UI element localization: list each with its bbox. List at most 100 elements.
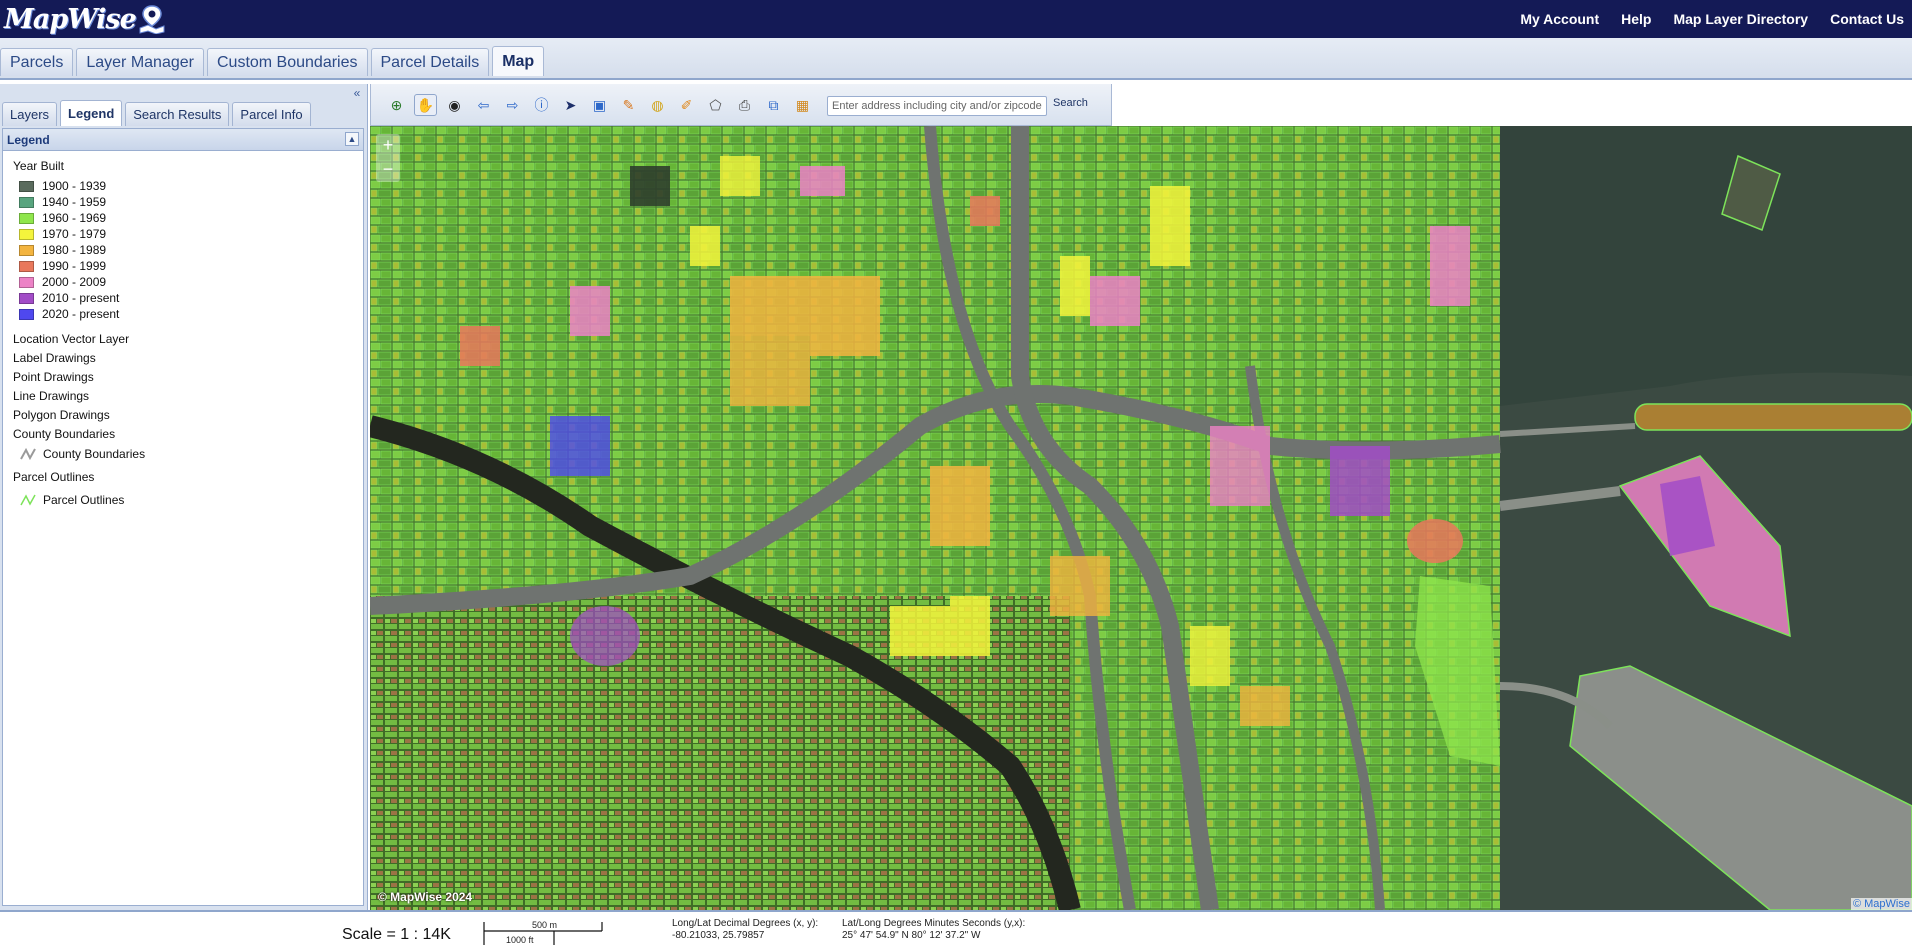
year-built-list: 1900 - 1939 1940 - 1959 1960 - 1969 1970 - … — [13, 178, 353, 322]
county-boundaries-symbol: County Boundaries — [19, 447, 353, 461]
year-built-title: Year Built — [13, 159, 64, 173]
my-account-link[interactable]: My Account — [1520, 11, 1599, 27]
legend-swatch — [19, 260, 34, 272]
year-built-label: 1990 - 1999 — [42, 259, 107, 273]
legend-body: Year Built 1900 - 1939 1940 - 1959 1960 - … — [3, 151, 363, 515]
legend-layer-list: Location Vector Layer Label Drawings Point… — [13, 332, 353, 441]
logo-text: MapWise — [4, 3, 137, 35]
year-built-item: 1970 - 1979 — [19, 226, 353, 242]
decimal-coordinates-label: Long/Lat Decimal Degrees (x, y): — [672, 918, 819, 929]
dms-coordinates-value: 25° 47' 54.9" N 80° 12' 37.2" W — [842, 930, 981, 941]
year-built-item: 1960 - 1969 — [19, 210, 353, 226]
legend-layer-item: County Boundaries — [13, 427, 116, 441]
tab-search-results[interactable]: Search Results — [125, 102, 230, 126]
tab-layers[interactable]: Layers — [2, 102, 58, 126]
zoom-control: + − — [376, 134, 400, 182]
app-header: MapWise My Account Help Map Layer Direct… — [0, 0, 1912, 38]
tab-legend[interactable]: Legend — [60, 100, 123, 126]
info-icon[interactable]: ⓘ — [530, 94, 553, 116]
polygon-draw-icon[interactable]: ⬠ — [704, 94, 727, 116]
year-built-item: 1980 - 1989 — [19, 242, 353, 258]
zoom-out-button[interactable]: − — [376, 158, 400, 182]
legend-layer-item: Line Drawings — [13, 389, 90, 403]
pan-hand-icon[interactable]: ✋ — [414, 94, 437, 116]
legend-header-title: Legend — [7, 132, 50, 147]
year-built-item: 1940 - 1959 — [19, 194, 353, 210]
legend-swatch — [19, 180, 34, 192]
search-button[interactable]: Search — [1053, 97, 1088, 109]
main-tab-bar: Parcels Layer Manager Custom Boundaries … — [0, 38, 1912, 80]
scalebar-feet: 1000 ft — [506, 935, 534, 945]
tab-parcel-details[interactable]: Parcel Details — [370, 48, 490, 76]
year-built-label: 1900 - 1939 — [42, 179, 107, 193]
legend-swatch — [19, 292, 34, 304]
dms-coordinates-label: Lat/Long Degrees Minutes Seconds (y,x): — [842, 918, 1026, 929]
top-nav: My Account Help Map Layer Directory Cont… — [1520, 0, 1904, 38]
decimal-coordinates-value: -80.21033, 25.79857 — [672, 930, 765, 941]
double-chevron-left-icon[interactable]: « — [351, 87, 363, 100]
left-panel-tabs: Layers Legend Search Results Parcel Info — [2, 100, 311, 126]
legend-swatch — [19, 228, 34, 240]
aerial-parcel-map[interactable] — [370, 126, 1912, 910]
address-search-input[interactable] — [827, 96, 1047, 116]
contact-us-link[interactable]: Contact Us — [1830, 11, 1904, 27]
print-icon[interactable]: ⎙ — [733, 94, 756, 116]
year-built-label: 1960 - 1969 — [42, 211, 107, 225]
measure-globe-icon[interactable]: ◍ — [646, 94, 669, 116]
parcel-outlines-symbol: Parcel Outlines — [19, 493, 353, 507]
year-built-item: 1990 - 1999 — [19, 258, 353, 274]
year-built-label: 2010 - present — [42, 291, 120, 305]
parcel-outline-line-icon — [20, 494, 36, 506]
legend-layer-item: Label Drawings — [13, 351, 96, 365]
county-boundaries-symbol-label: County Boundaries — [43, 447, 146, 461]
draw-tools-icon[interactable]: ✐ — [675, 94, 698, 116]
map-toolbar: ⊕ ✋ ◉ ⇦ ⇨ ⓘ ➤ ▣ ✎ ◍ ✐ ⬠ ⎙ ⧉ ▦ Search — [370, 84, 1112, 126]
parcel-outlines-title: Parcel Outlines — [13, 470, 95, 484]
legend-layer-item: Polygon Drawings — [13, 408, 110, 422]
left-panel: « Layers Legend Search Results Parcel In… — [0, 84, 368, 910]
legend-swatch — [19, 276, 34, 288]
select-pointer-icon[interactable]: ➤ — [559, 94, 582, 116]
select-box-icon[interactable]: ▣ — [588, 94, 611, 116]
tab-parcels[interactable]: Parcels — [0, 48, 74, 76]
legend-layer-item: Location Vector Layer — [13, 332, 130, 346]
forward-arrow-icon[interactable]: ⇨ — [501, 94, 524, 116]
map-pin-icon — [139, 5, 165, 34]
help-link[interactable]: Help — [1621, 11, 1651, 27]
scale-bar: 500 m 1000 ft — [483, 920, 603, 945]
scale-readout: Scale = 1 : 14K — [342, 926, 451, 943]
decimal-coordinates: Long/Lat Decimal Degrees (x, y): -80.210… — [672, 918, 818, 942]
legend-swatch — [19, 212, 34, 224]
legend-layer-item: Point Drawings — [13, 370, 94, 384]
legend-panel: Legend ▲ Year Built 1900 - 1939 1940 - 19… — [2, 128, 364, 906]
mapwise-logo[interactable]: MapWise — [4, 2, 166, 36]
tab-custom-boundaries[interactable]: Custom Boundaries — [206, 48, 368, 76]
dms-coordinates: Lat/Long Degrees Minutes Seconds (y,x): … — [842, 918, 1025, 942]
back-arrow-icon[interactable]: ⇦ — [472, 94, 495, 116]
map-attribution-link[interactable]: © MapWise — [1850, 898, 1912, 910]
copy-layers-icon[interactable]: ⧉ — [762, 94, 785, 116]
draw-pencil-icon[interactable]: ✎ — [617, 94, 640, 116]
map-copyright: © MapWise 2024 — [378, 890, 473, 904]
zoom-in-icon[interactable]: ⊕ — [385, 94, 408, 116]
tab-parcel-info[interactable]: Parcel Info — [232, 102, 311, 126]
county-boundary-line-icon — [20, 448, 36, 460]
tab-layer-manager[interactable]: Layer Manager — [76, 48, 204, 76]
legend-swatch — [19, 196, 34, 208]
zoom-in-button[interactable]: + — [376, 134, 400, 158]
full-extent-icon[interactable]: ◉ — [443, 94, 466, 116]
map-view[interactable]: + − © MapWise 2024 © MapWise — [370, 126, 1912, 910]
year-built-label: 1970 - 1979 — [42, 227, 107, 241]
year-built-label: 1940 - 1959 — [42, 195, 107, 209]
tab-map[interactable]: Map — [492, 46, 545, 76]
status-bar: Scale = 1 : 14K 500 m 1000 ft Long/Lat D… — [0, 910, 1912, 952]
year-built-item: 1900 - 1939 — [19, 178, 353, 194]
year-built-item: 2020 - present — [19, 306, 353, 322]
legend-header: Legend ▲ — [3, 129, 363, 151]
map-layer-directory-link[interactable]: Map Layer Directory — [1673, 11, 1808, 27]
year-built-label: 1980 - 1989 — [42, 243, 107, 257]
legend-swatch — [19, 308, 34, 320]
collapse-up-icon[interactable]: ▲ — [345, 132, 359, 146]
legend-swatch — [19, 244, 34, 256]
export-image-icon[interactable]: ▦ — [791, 94, 814, 116]
